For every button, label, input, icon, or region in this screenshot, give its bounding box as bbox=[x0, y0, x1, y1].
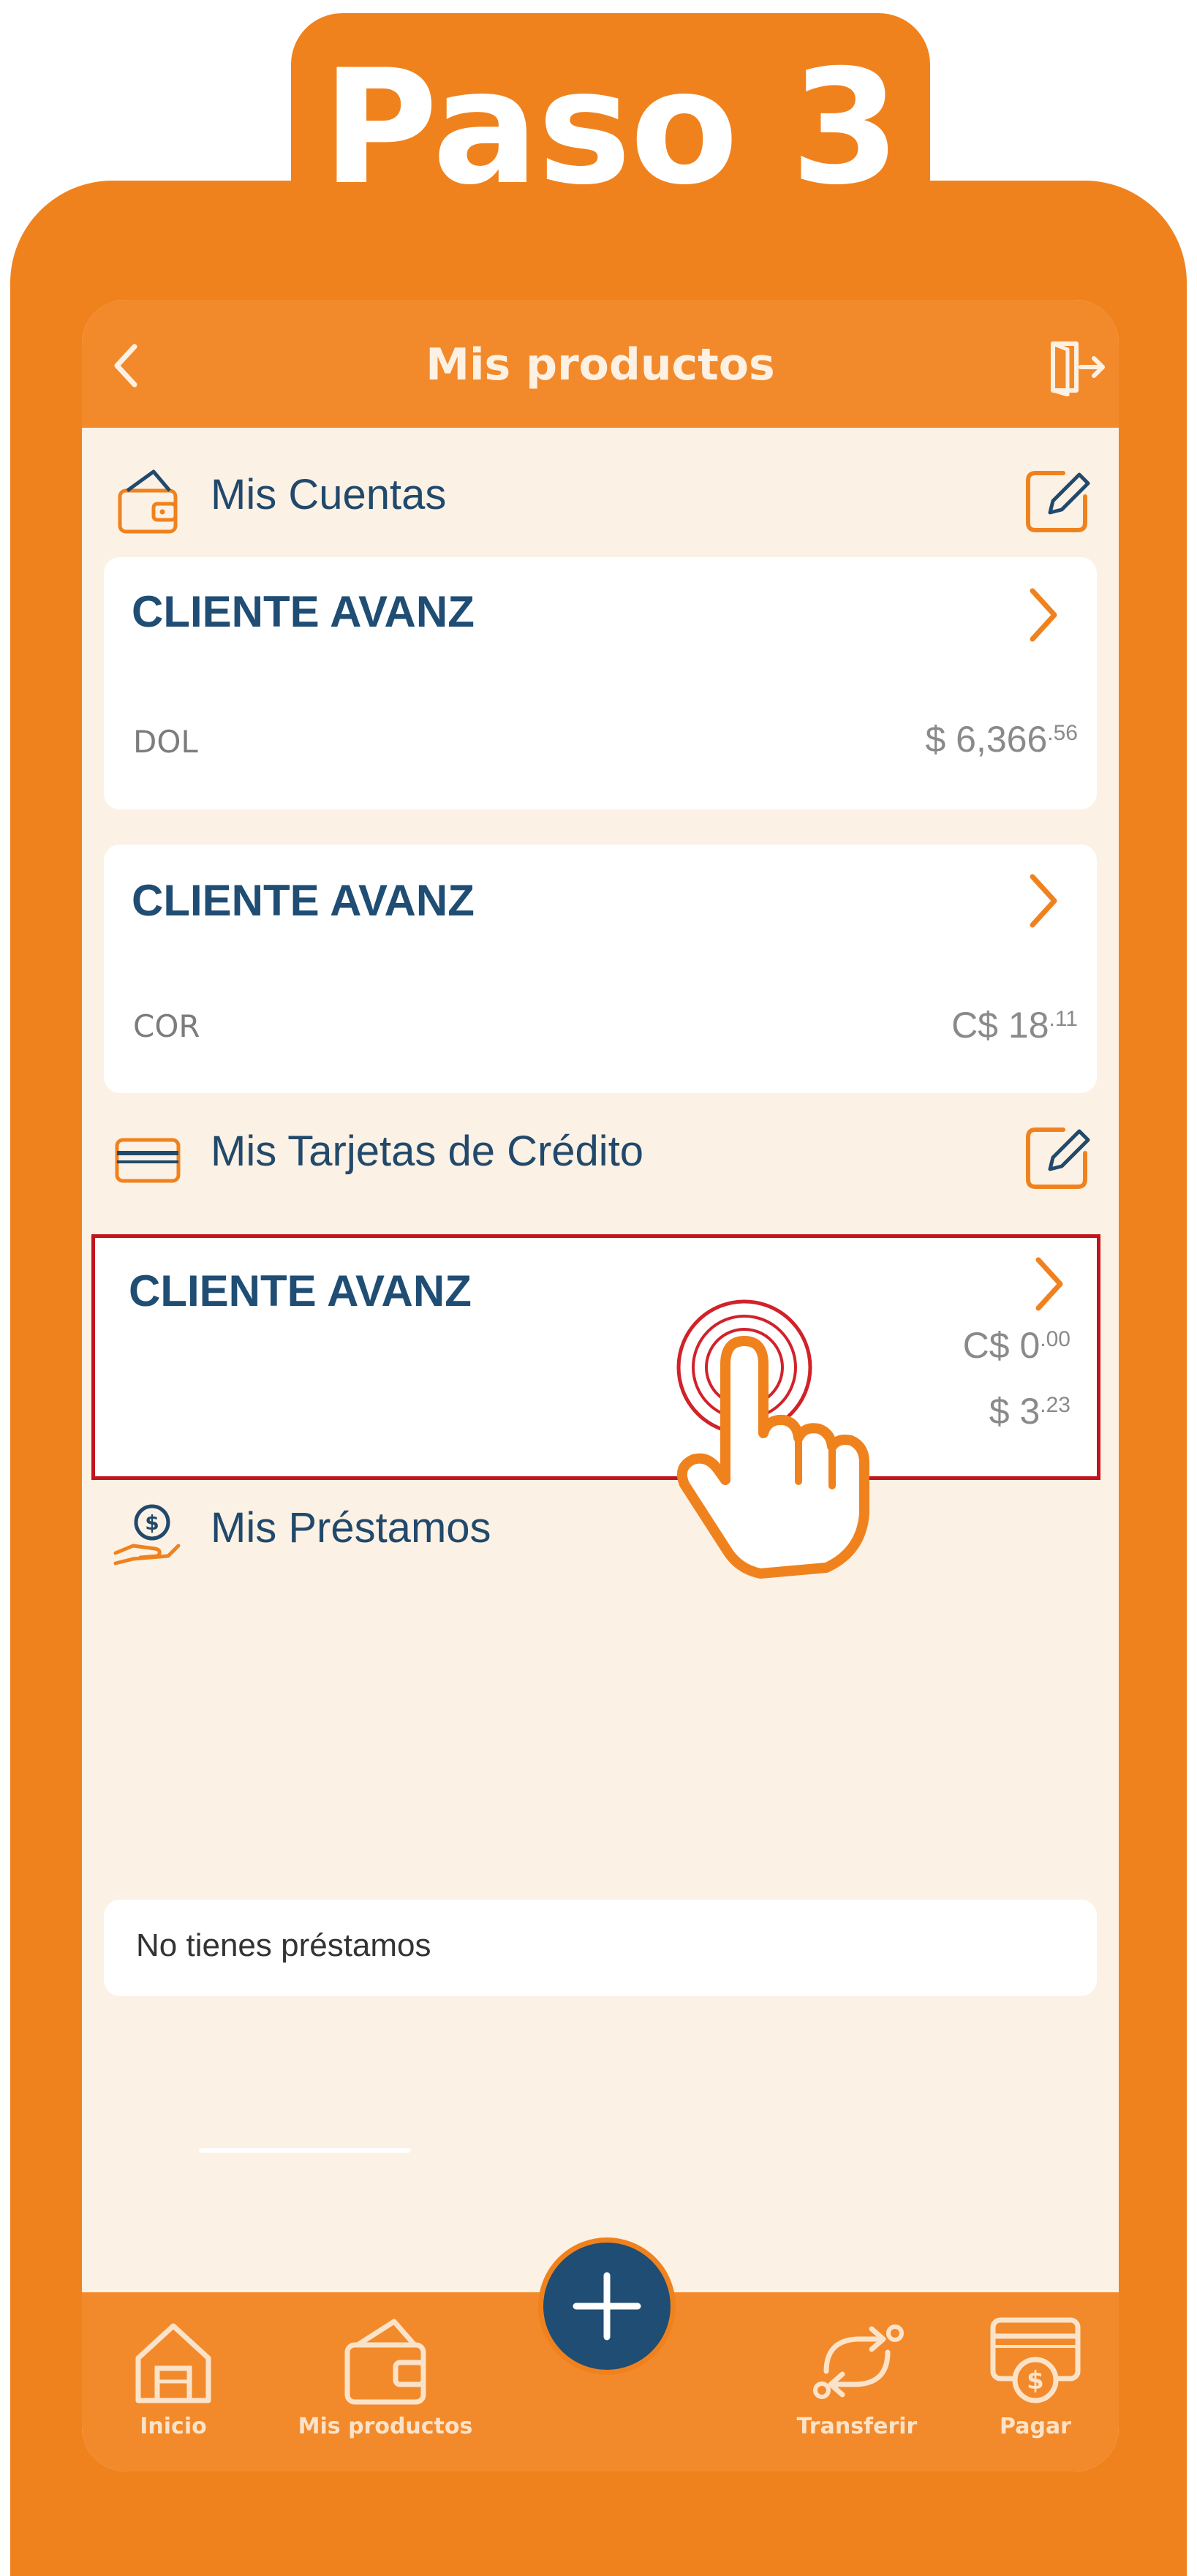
credit-cards-section-title: Mis Tarjetas de Crédito bbox=[211, 1128, 644, 1175]
account-name: CLIENTE AVANZ bbox=[132, 587, 475, 636]
chevron-right-icon[interactable] bbox=[1021, 868, 1065, 934]
nav-label: Mis productos bbox=[298, 2414, 473, 2439]
nav-label: Pagar bbox=[1000, 2414, 1071, 2439]
loan-hand-icon: $ bbox=[113, 1504, 181, 1565]
credit-cards-section-header: Mis Tarjetas de Crédito bbox=[82, 1114, 1119, 1194]
plus-icon bbox=[573, 2272, 641, 2341]
logout-icon[interactable] bbox=[1044, 338, 1110, 396]
svg-text:$: $ bbox=[1027, 2366, 1044, 2395]
add-button[interactable] bbox=[538, 2237, 676, 2375]
account-balance: C$ 18.11 bbox=[951, 1005, 1078, 1046]
accounts-section-title: Mis Cuentas bbox=[211, 471, 447, 518]
tap-hand-icon bbox=[676, 1299, 869, 1579]
nav-inicio[interactable]: Inicio bbox=[82, 2292, 265, 2471]
loans-section-header: $ Mis Préstamos bbox=[82, 1490, 1119, 1571]
credit-card-icon bbox=[115, 1138, 181, 1183]
pay-icon: $ bbox=[990, 2317, 1081, 2403]
account-card[interactable]: CLIENTE AVANZ COR C$ 18.11 bbox=[104, 845, 1097, 1093]
account-card[interactable]: CLIENTE AVANZ DOL $ 6,366.56 bbox=[104, 557, 1097, 809]
chevron-right-icon[interactable] bbox=[1027, 1251, 1070, 1317]
no-loans-message: No tienes préstamos bbox=[136, 1927, 431, 1963]
credit-card-balance-usd: $ 3.23 bbox=[989, 1391, 1070, 1432]
wallet-icon bbox=[118, 469, 178, 534]
account-name: CLIENTE AVANZ bbox=[132, 876, 475, 925]
nav-pagar[interactable]: $ Pagar bbox=[952, 2292, 1119, 2471]
loans-section-title: Mis Préstamos bbox=[211, 1504, 491, 1552]
nav-transferir[interactable]: Transferir bbox=[762, 2292, 952, 2471]
step-title: Paso 3 bbox=[322, 36, 901, 219]
account-currency: COR bbox=[133, 1008, 200, 1044]
nav-label: Inicio bbox=[140, 2414, 207, 2439]
app-header: Mis productos bbox=[82, 300, 1119, 428]
edit-accounts-icon[interactable] bbox=[1021, 463, 1094, 536]
no-loans-message-card: No tienes préstamos bbox=[104, 1900, 1097, 1996]
account-balance: $ 6,366.56 bbox=[925, 719, 1078, 760]
nav-label: Transferir bbox=[796, 2414, 918, 2439]
edit-credit-cards-icon[interactable] bbox=[1021, 1119, 1094, 1193]
account-currency: DOL bbox=[133, 724, 198, 760]
wallet-icon bbox=[344, 2319, 426, 2405]
svg-text:$: $ bbox=[145, 1511, 159, 1535]
accounts-section-header: Mis Cuentas bbox=[82, 457, 1119, 537]
credit-card-balance-cor: C$ 0.00 bbox=[962, 1325, 1070, 1366]
nav-mis-productos[interactable]: Mis productos bbox=[265, 2292, 506, 2471]
credit-card-name: CLIENTE AVANZ bbox=[129, 1266, 472, 1315]
transfer-icon bbox=[813, 2324, 904, 2399]
chevron-right-icon[interactable] bbox=[1021, 582, 1065, 648]
page-title: Mis productos bbox=[426, 339, 775, 390]
credit-card-item[interactable]: CLIENTE AVANZ C$ 0.00 $ 3.23 bbox=[91, 1234, 1100, 1480]
active-tab-indicator bbox=[199, 2148, 411, 2153]
home-icon bbox=[135, 2323, 211, 2403]
